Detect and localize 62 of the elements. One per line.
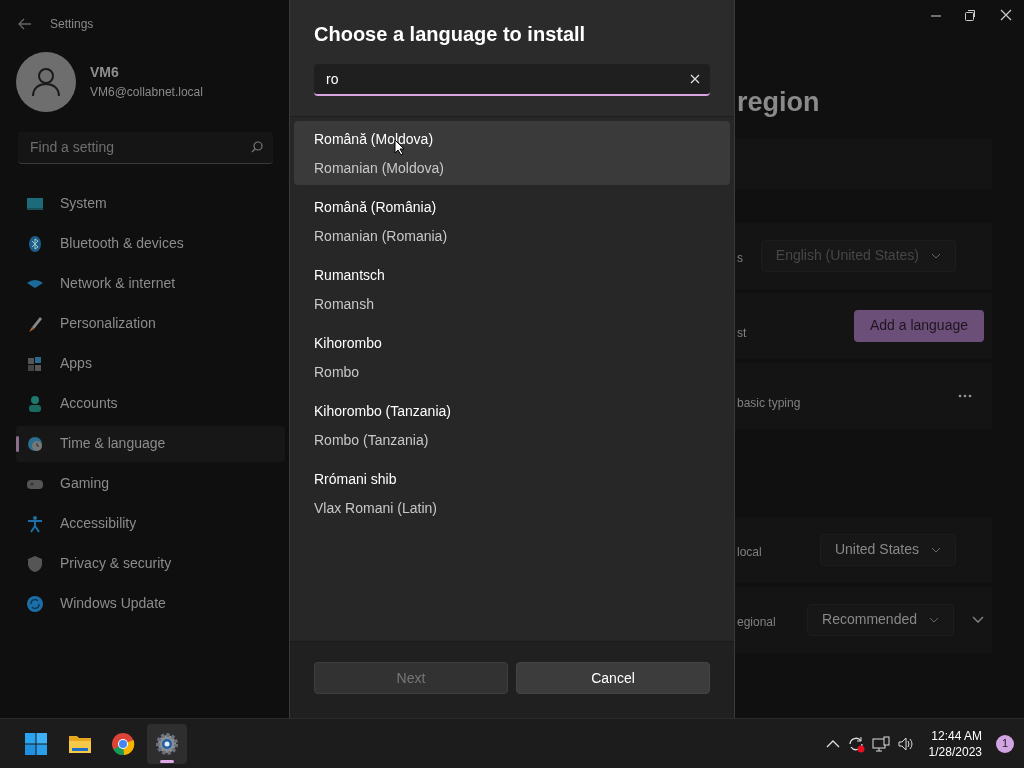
browser-icon[interactable] — [111, 731, 135, 756]
nav-item[interactable]: Network & internet — [16, 265, 285, 302]
nav-item[interactable]: Personalization — [16, 305, 285, 342]
nav-item[interactable]: Privacy & security — [16, 545, 285, 582]
search-field[interactable]: Find a setting — [18, 131, 273, 164]
person-icon — [32, 66, 60, 97]
windows-logo-icon[interactable] — [24, 731, 48, 756]
clock-globe-icon — [26, 434, 44, 453]
window-title: Settings — [50, 16, 94, 33]
chevron-down-icon[interactable] — [929, 616, 939, 623]
clock-time: 12:44 AM — [930, 727, 982, 744]
language-item[interactable]: Rumantsch Romansh — [294, 257, 730, 321]
setting-label: local — [737, 543, 763, 561]
nav-item[interactable]: Apps — [16, 345, 285, 382]
nav-item[interactable]: Accessibility — [16, 505, 285, 542]
cancel-button[interactable]: Cancel — [516, 662, 710, 694]
more-icon[interactable] — [958, 393, 972, 398]
back-icon[interactable] — [18, 18, 32, 30]
language-item[interactable]: Română (Moldova) Romanian (Moldova) — [294, 121, 730, 185]
dropdown[interactable]: United States — [819, 533, 956, 566]
nav-item[interactable]: Windows Update — [16, 585, 285, 622]
account-email: VM6@collabnet.local — [90, 84, 203, 101]
brush-icon — [26, 314, 44, 333]
bluetooth-icon — [26, 234, 44, 253]
account-name: VM6 — [90, 63, 120, 82]
person-icon — [26, 394, 44, 413]
clock-date: 1/28/2023 — [928, 743, 982, 760]
update-icon — [26, 594, 44, 613]
sync-icon[interactable] — [846, 734, 865, 753]
setting-label: s — [737, 249, 744, 267]
language-item[interactable]: Rrómani shib Vlax Romani (Latin) — [294, 461, 730, 525]
language-item[interactable]: Kihorombo (Tanzania) Rombo (Tanzania) — [294, 393, 730, 457]
page-title: region — [737, 86, 821, 119]
nav-item[interactable]: System — [16, 185, 285, 222]
expand-icon[interactable] — [972, 615, 984, 624]
setting-label: egional — [737, 613, 777, 631]
gear-icon[interactable] — [154, 731, 179, 756]
language-search-input[interactable]: ro — [324, 67, 690, 91]
language-item[interactable]: Kihorombo Rombo — [294, 325, 730, 389]
dialog-title: Choose a language to install — [314, 22, 587, 46]
network-icon[interactable] — [871, 735, 890, 752]
apps-icon — [26, 354, 44, 373]
gear-button[interactable] — [146, 723, 187, 764]
chevron-down-icon[interactable] — [931, 546, 941, 553]
language-search-field[interactable]: ro — [314, 64, 710, 96]
setting-label: basic typing — [737, 394, 802, 412]
search-icon[interactable] — [251, 141, 263, 153]
accessibility-icon — [26, 514, 44, 533]
restore-icon[interactable] — [965, 8, 976, 24]
clear-icon[interactable] — [690, 74, 700, 84]
volume-icon[interactable] — [896, 735, 915, 752]
search-input[interactable]: Find a setting — [28, 135, 251, 159]
chevron-up-icon[interactable] — [825, 738, 840, 749]
language-item[interactable]: Română (România) Romanian (Romania) — [294, 189, 730, 253]
nav-item[interactable]: Gaming — [16, 465, 285, 502]
notification-badge[interactable]: 1 — [996, 734, 1014, 753]
nav-item[interactable]: Bluetooth & devices — [16, 225, 285, 262]
setting-label: st — [737, 324, 748, 342]
shield-icon — [26, 554, 44, 573]
nav-item[interactable]: Accounts — [16, 385, 285, 422]
dropdown[interactable]: Recommended — [807, 603, 954, 636]
nav-item[interactable]: Time & language — [16, 425, 285, 462]
